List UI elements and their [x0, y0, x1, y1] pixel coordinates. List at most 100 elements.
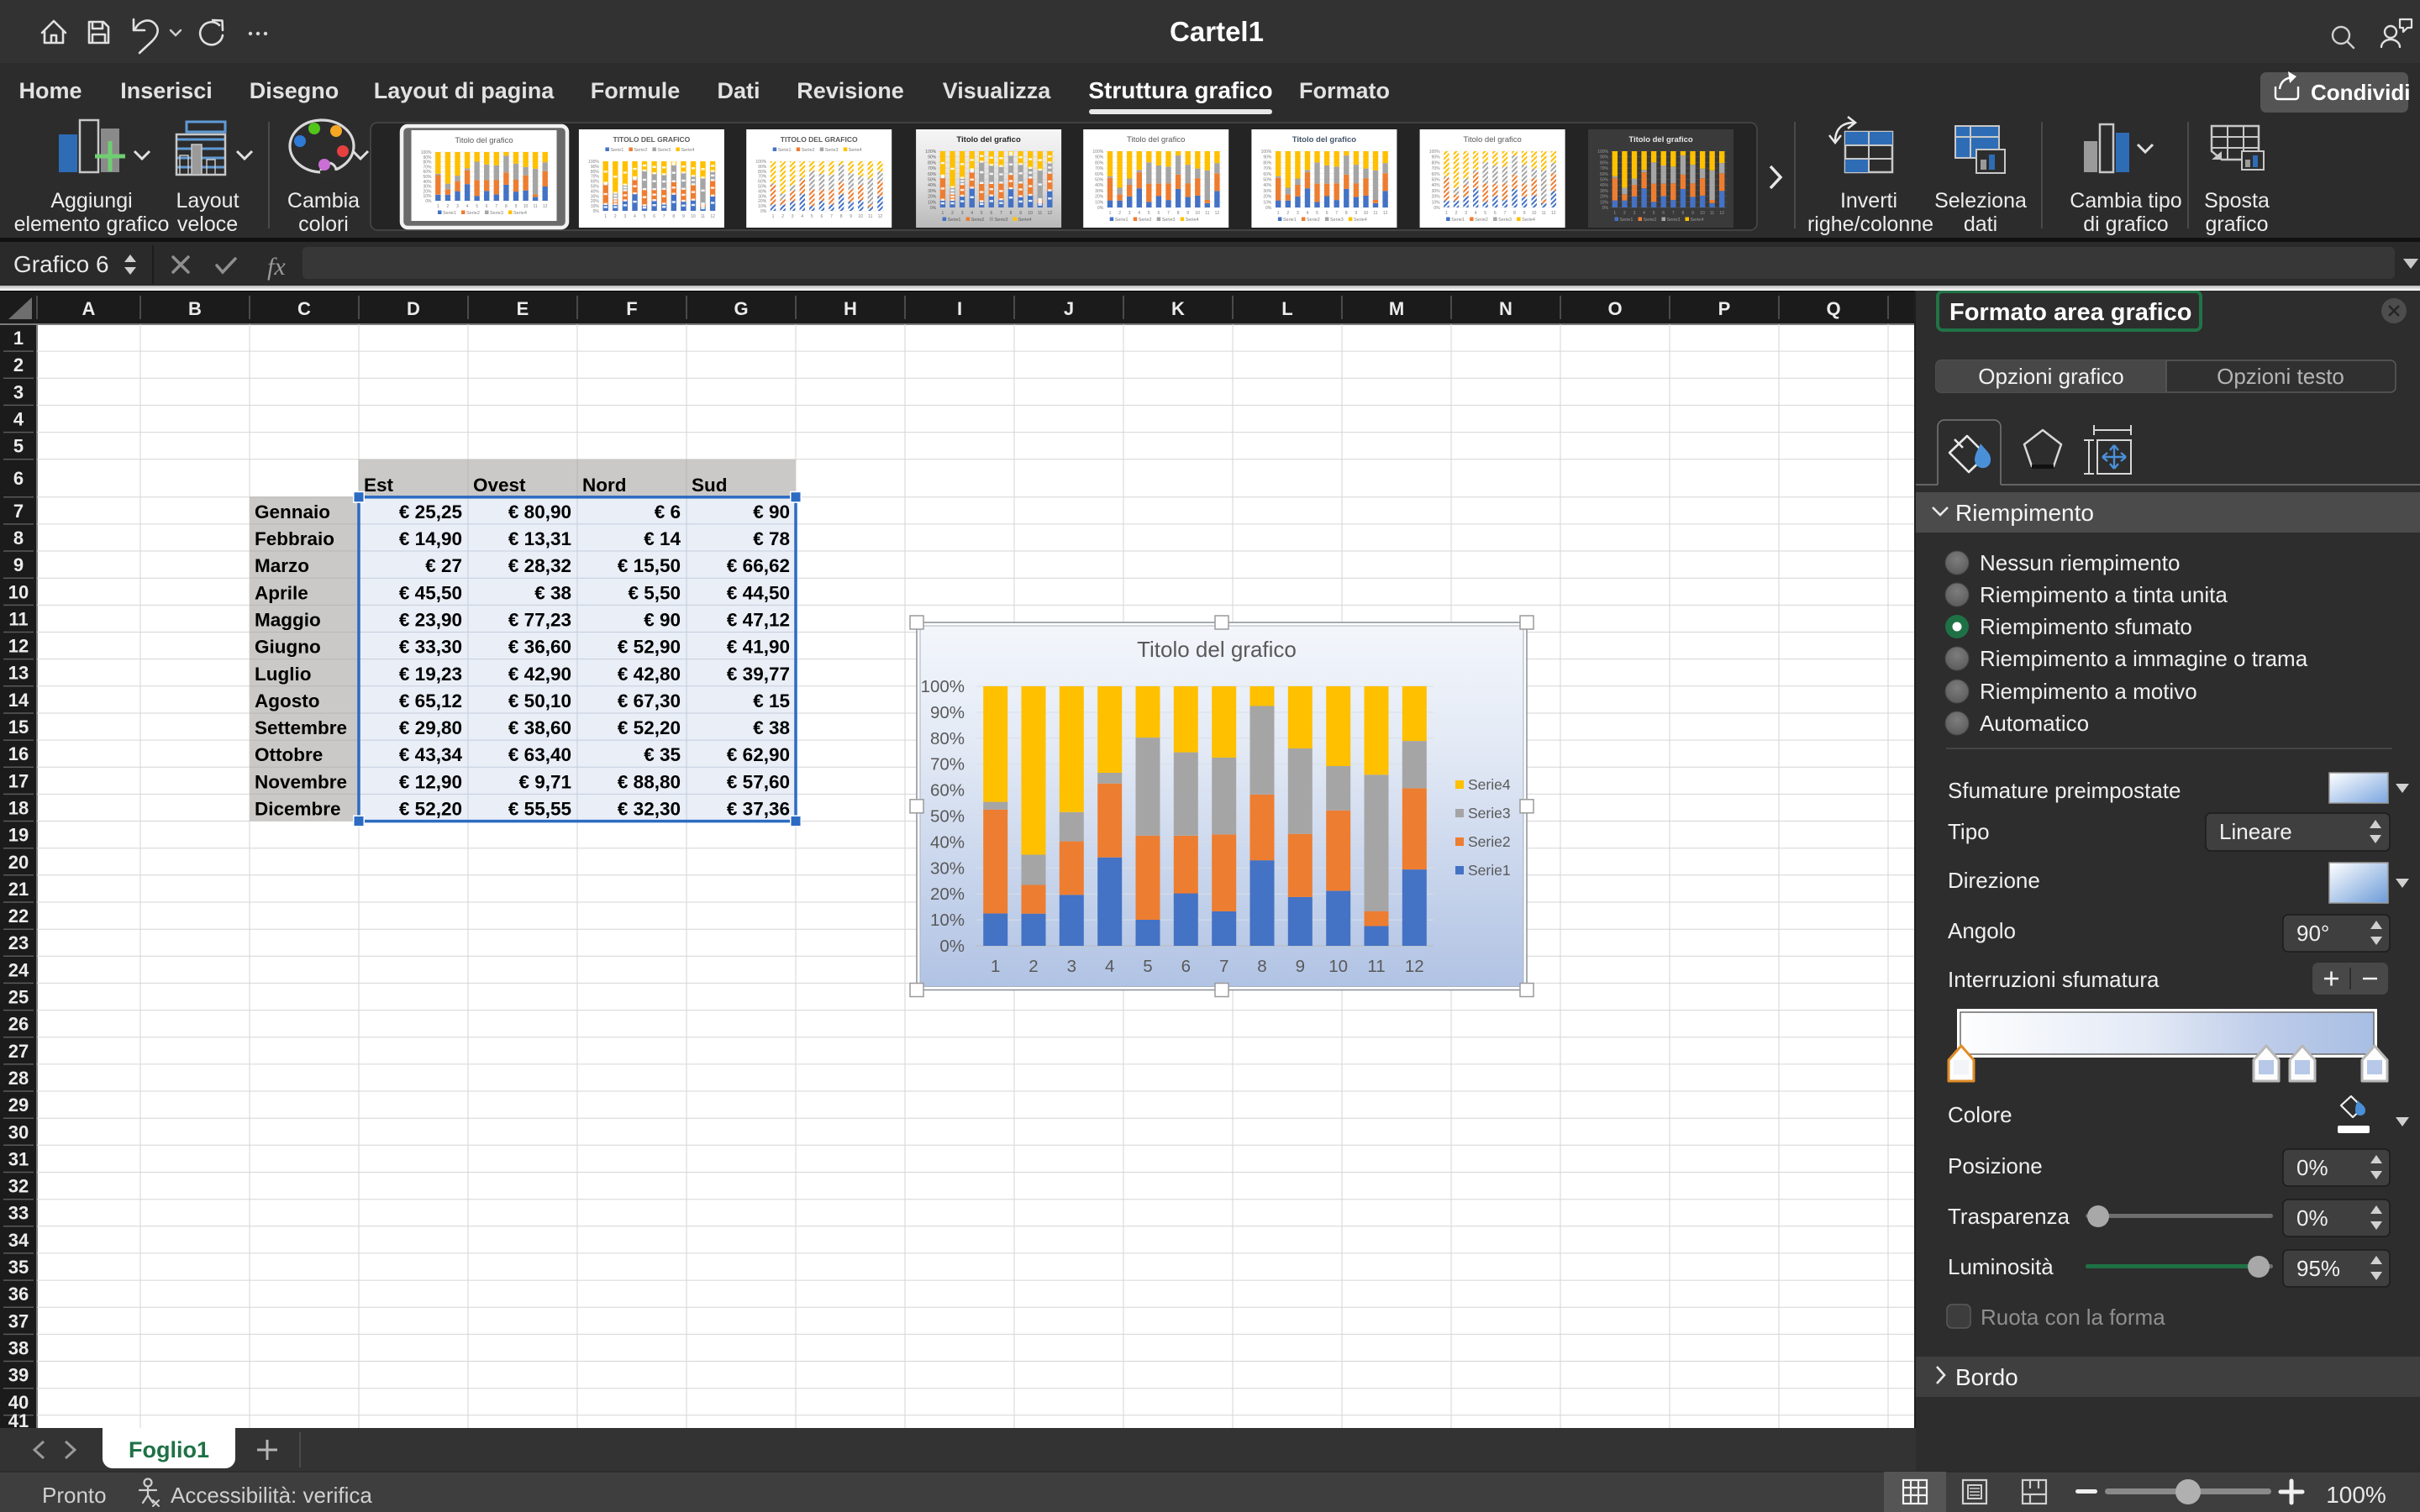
svg-text:20%: 20% — [423, 189, 432, 194]
svg-text:60%: 60% — [423, 170, 432, 175]
svg-text:20%: 20% — [1600, 195, 1609, 200]
svg-text:Serie4: Serie4 — [513, 211, 527, 216]
svg-text:40%: 40% — [423, 180, 432, 185]
svg-text:2: 2 — [447, 204, 450, 209]
svg-text:Riempimento sfumato: Riempimento sfumato — [1980, 614, 2192, 639]
svg-text:35: 35 — [8, 1257, 29, 1278]
svg-text:6: 6 — [821, 214, 823, 219]
svg-text:31: 31 — [8, 1148, 29, 1169]
svg-text:7: 7 — [830, 214, 833, 219]
svg-text:fx: fx — [267, 253, 286, 281]
svg-text:Cambia: Cambia — [287, 189, 360, 213]
svg-text:100%: 100% — [921, 677, 965, 696]
svg-text:€ 52,20: € 52,20 — [618, 717, 681, 738]
svg-text:€ 42,90: € 42,90 — [508, 664, 571, 685]
svg-text:Serie2: Serie2 — [1644, 218, 1657, 223]
svg-text:50%: 50% — [423, 175, 432, 180]
svg-text:Seleziona: Seleziona — [1934, 189, 2027, 213]
svg-text:2: 2 — [614, 214, 617, 219]
svg-text:70%: 70% — [1600, 166, 1609, 171]
svg-text:€ 45,50: € 45,50 — [399, 582, 462, 603]
svg-text:70%: 70% — [1432, 166, 1441, 171]
svg-text:0%: 0% — [930, 206, 937, 211]
svg-text:Serie3: Serie3 — [1330, 218, 1344, 223]
svg-text:6: 6 — [1494, 211, 1497, 216]
svg-text:20%: 20% — [928, 195, 937, 200]
svg-text:Dati: Dati — [717, 78, 760, 103]
svg-text:€ 38: € 38 — [534, 582, 571, 603]
svg-text:7: 7 — [1504, 211, 1507, 216]
svg-text:Serie2: Serie2 — [466, 211, 480, 216]
svg-text:Serie4: Serie4 — [849, 148, 862, 153]
svg-text:1: 1 — [1445, 211, 1448, 216]
svg-text:Novembre: Novembre — [255, 771, 347, 792]
svg-text:10: 10 — [523, 204, 529, 209]
svg-text:€ 80,90: € 80,90 — [508, 501, 571, 522]
svg-text:€ 66,62: € 66,62 — [727, 555, 790, 576]
svg-text:Titolo del grafico: Titolo del grafico — [956, 135, 1021, 144]
svg-text:90%: 90% — [1600, 155, 1609, 160]
svg-text:€ 65,12: € 65,12 — [399, 690, 462, 711]
svg-text:15: 15 — [8, 717, 29, 738]
svg-text:€ 52,90: € 52,90 — [618, 637, 681, 658]
svg-text:8: 8 — [672, 214, 675, 219]
svg-text:€ 5,50: € 5,50 — [628, 582, 681, 603]
svg-text:20%: 20% — [591, 199, 600, 204]
svg-text:Serie1: Serie1 — [1468, 862, 1511, 879]
svg-text:Serie1: Serie1 — [778, 148, 792, 153]
svg-text:€ 90: € 90 — [753, 501, 790, 522]
svg-text:J: J — [1064, 298, 1074, 319]
svg-text:40%: 40% — [930, 832, 965, 852]
svg-text:8: 8 — [13, 528, 24, 549]
svg-text:€ 55,55: € 55,55 — [508, 799, 571, 820]
svg-text:€ 14,90: € 14,90 — [399, 528, 462, 549]
svg-text:60%: 60% — [1095, 172, 1104, 177]
svg-text:Serie2: Serie2 — [1468, 833, 1511, 850]
svg-text:€ 38,60: € 38,60 — [508, 717, 571, 738]
svg-text:1: 1 — [437, 204, 439, 209]
svg-text:5: 5 — [811, 214, 813, 219]
svg-text:€ 39,77: € 39,77 — [727, 664, 790, 685]
svg-text:3: 3 — [961, 211, 964, 216]
svg-text:20%: 20% — [1263, 195, 1272, 200]
svg-text:100%: 100% — [588, 160, 599, 165]
svg-text:7: 7 — [495, 204, 497, 209]
svg-text:6: 6 — [13, 468, 24, 489]
svg-text:€ 27: € 27 — [425, 555, 462, 576]
svg-text:9: 9 — [1355, 211, 1358, 216]
svg-text:veloce: veloce — [177, 213, 238, 236]
svg-text:26: 26 — [8, 1014, 29, 1035]
svg-text:40%: 40% — [591, 189, 600, 194]
svg-text:11: 11 — [533, 204, 537, 209]
svg-text:Serie4: Serie4 — [1691, 218, 1704, 223]
svg-text:27: 27 — [8, 1041, 29, 1062]
svg-text:90%: 90% — [1432, 155, 1441, 160]
svg-text:24: 24 — [8, 959, 29, 980]
svg-text:9: 9 — [1296, 957, 1305, 976]
svg-text:€ 13,31: € 13,31 — [508, 528, 571, 549]
svg-text:Titolo del grafico: Titolo del grafico — [455, 136, 513, 145]
svg-text:70%: 70% — [930, 755, 965, 774]
svg-text:50%: 50% — [930, 807, 965, 827]
svg-text:90%: 90% — [591, 165, 600, 170]
svg-text:60%: 60% — [1263, 172, 1272, 177]
svg-text:2: 2 — [1623, 211, 1626, 216]
svg-text:30%: 30% — [591, 194, 600, 199]
svg-text:0%: 0% — [1602, 206, 1609, 211]
svg-text:Serie4: Serie4 — [1522, 218, 1535, 223]
svg-text:Serie3: Serie3 — [490, 211, 503, 216]
svg-text:Serie1: Serie1 — [443, 211, 456, 216]
svg-text:20%: 20% — [758, 199, 767, 204]
svg-text:€ 19,23: € 19,23 — [399, 664, 462, 685]
svg-text:Serie2: Serie2 — [971, 218, 985, 223]
svg-text:righe/colonne: righe/colonne — [1807, 213, 1933, 236]
svg-text:41: 41 — [8, 1410, 29, 1429]
svg-text:K: K — [1171, 298, 1185, 319]
svg-text:50%: 50% — [1432, 178, 1441, 183]
svg-text:8: 8 — [1345, 211, 1348, 216]
svg-text:80%: 80% — [1263, 160, 1272, 165]
svg-text:19: 19 — [8, 825, 29, 846]
svg-text:Bordo: Bordo — [1955, 1364, 2018, 1390]
svg-text:10: 10 — [1195, 211, 1200, 216]
svg-text:50%: 50% — [1095, 178, 1104, 183]
